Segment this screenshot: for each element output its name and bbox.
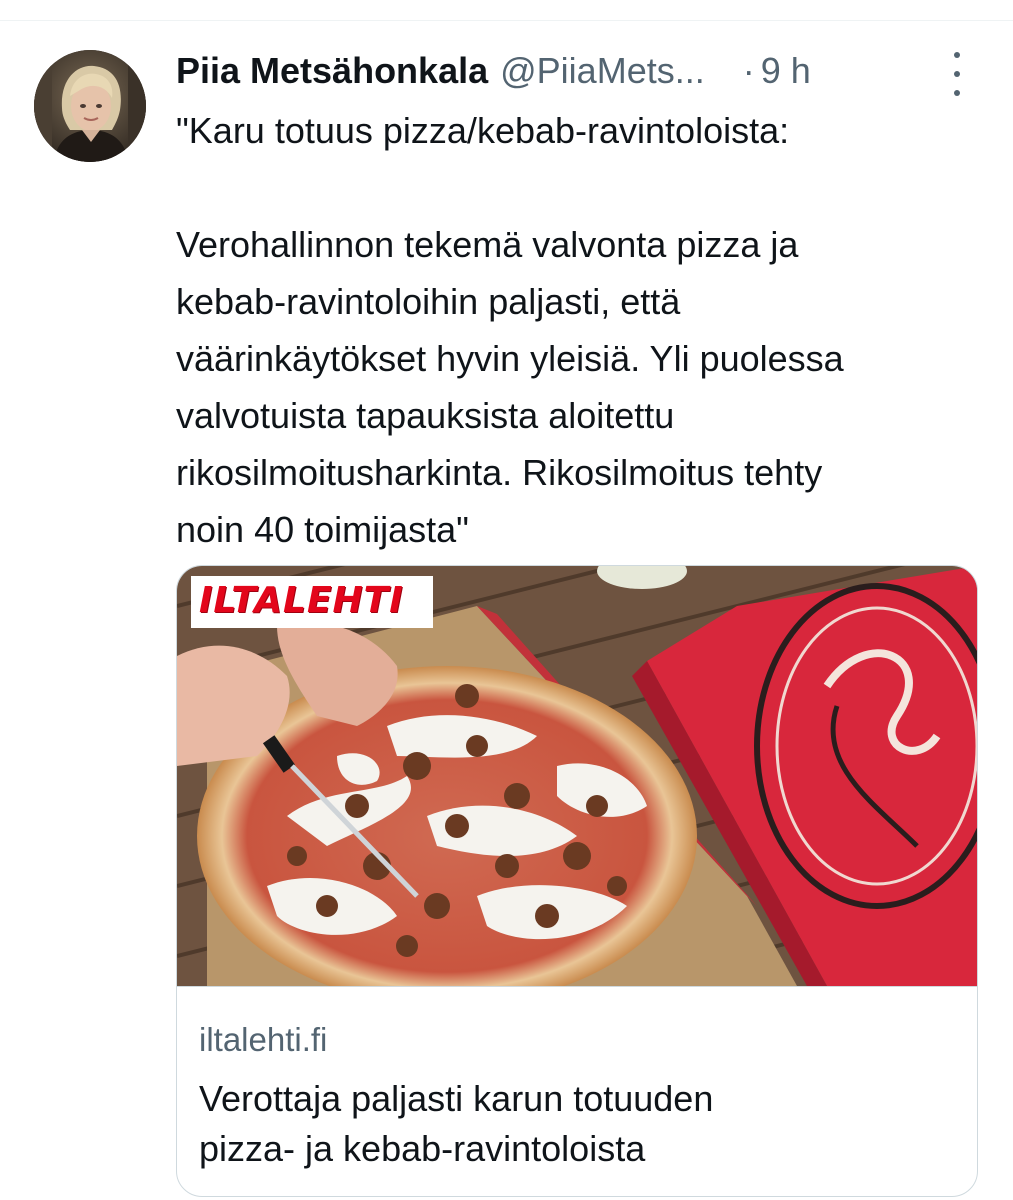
tweet-timestamp[interactable]: 9 h [761,50,811,92]
tweet-text-line: noin 40 toimijasta" [176,509,469,550]
top-divider [0,20,1013,21]
tweet-text: "Karu totuus pizza/kebab-ravintoloista: … [176,102,986,558]
avatar-photo [34,50,146,162]
more-dot [954,71,960,77]
author-handle[interactable]: @PiiaMets... [500,50,705,92]
more-vertical-icon[interactable] [944,52,970,96]
tweet-text-line: kebab-ravintoloihin paljasti, että [176,281,681,322]
author-display-name[interactable]: Piia Metsähonkala [176,50,488,92]
brand-logo-text: ILTALEHTI [199,580,404,621]
tweet-text-line: rikosilmoitusharkinta. Rikosilmoitus teh… [176,452,823,493]
iltalehti-logo: ILTALEHTI [191,576,433,628]
tweet-text-line: valvotuista tapauksista aloitettu [176,395,675,436]
tweet-header: Piia Metsähonkala @PiiaMets... · 9 h [176,46,976,96]
more-dot [954,90,960,96]
pizza-photo [177,566,977,986]
tweet-text-line: väärinkäytökset hyvin yleisiä. Yli puole… [176,338,844,379]
tweet-text-line: Verohallinnon tekemä valvonta pizza ja [176,224,799,265]
link-preview-card[interactable]: ILTALEHTI iltalehti.fi Verottaja paljast… [176,565,978,1197]
card-title-line: pizza- ja kebab-ravintoloista [199,1128,646,1169]
card-divider [177,986,977,987]
tweet-text-line: "Karu totuus pizza/kebab-ravintoloista: [176,110,790,151]
card-image: ILTALEHTI [177,566,977,986]
time-separator: · [742,50,755,91]
card-title-line: Verottaja paljasti karun totuuden [199,1078,714,1119]
card-title: Verottaja paljasti karun totuuden pizza-… [199,1074,959,1174]
more-dot [954,52,960,58]
card-domain: iltalehti.fi [199,1021,328,1058]
author-avatar[interactable] [34,50,146,162]
